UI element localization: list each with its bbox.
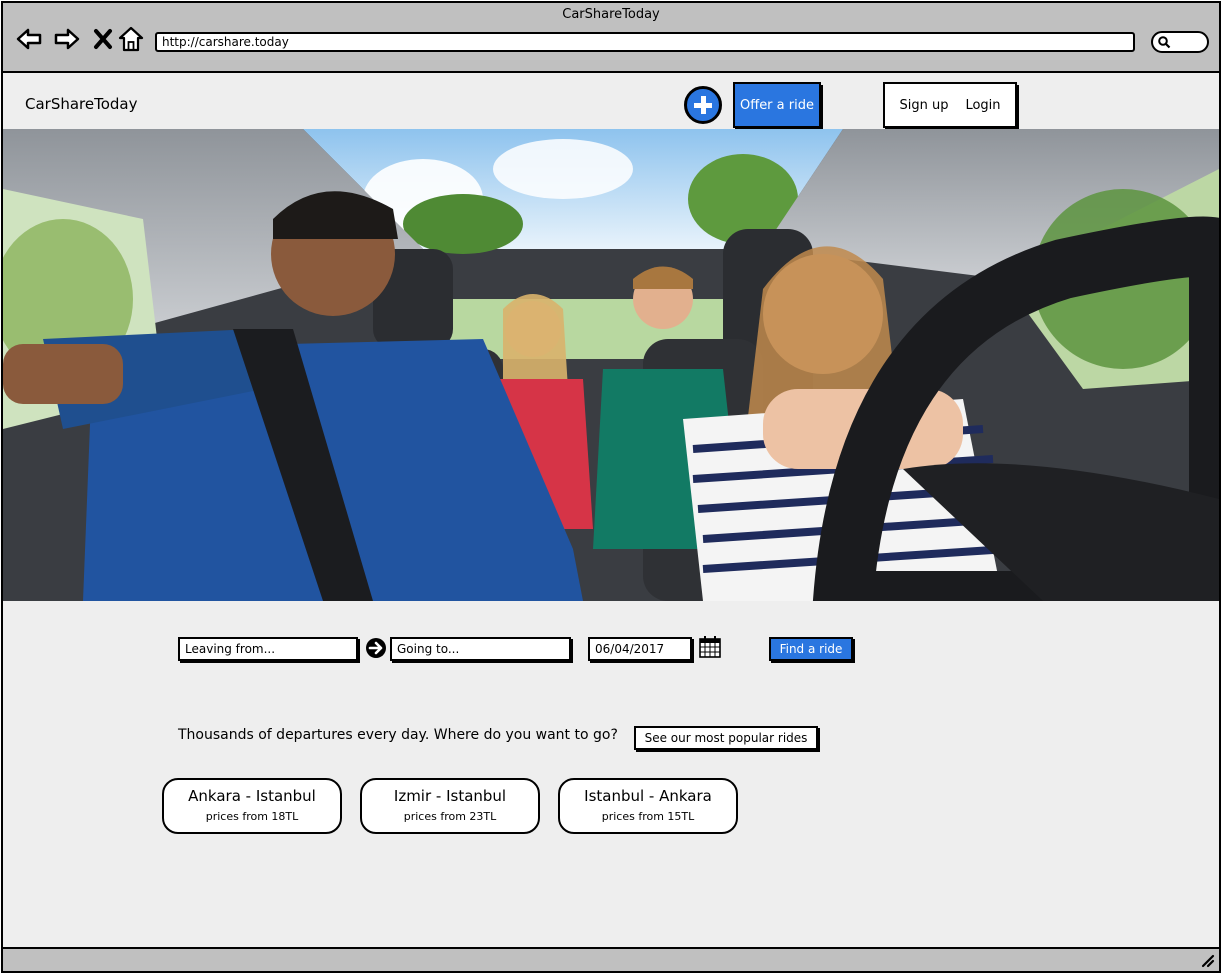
route-price: prices from 18TL xyxy=(205,810,299,823)
stop-icon[interactable] xyxy=(89,25,117,53)
search-icon xyxy=(1158,36,1171,49)
route-name: Izmir - Istanbul xyxy=(393,787,507,805)
route-card[interactable]: Ankara - Istanbul prices from 18TL xyxy=(162,778,342,834)
signup-link[interactable]: Sign up xyxy=(899,98,948,113)
site-header: CarShareToday Offer a ride Sign up Login xyxy=(3,75,1219,129)
window-title: CarShareToday xyxy=(562,7,660,22)
browser-window: CarShareToday http://carshare.today CarS… xyxy=(1,1,1221,973)
find-ride-button[interactable]: Find a ride xyxy=(769,637,853,661)
route-name: Istanbul - Ankara xyxy=(584,787,712,805)
going-to-input[interactable]: Going to... xyxy=(390,637,571,661)
login-link[interactable]: Login xyxy=(965,98,1000,113)
tagline: Thousands of departures every day. Where… xyxy=(178,727,618,743)
calendar-icon[interactable] xyxy=(698,635,722,659)
address-bar[interactable]: http://carshare.today xyxy=(155,32,1135,52)
add-icon[interactable] xyxy=(684,86,722,124)
route-price: prices from 15TL xyxy=(601,810,695,823)
date-input[interactable]: 06/04/2017 xyxy=(588,637,692,661)
back-icon[interactable] xyxy=(15,25,43,53)
forward-icon[interactable] xyxy=(53,25,81,53)
route-name: Ankara - Istanbul xyxy=(188,787,316,805)
brand-logo[interactable]: CarShareToday xyxy=(25,95,138,113)
hero-image xyxy=(3,129,1219,601)
popular-rides-button[interactable]: See our most popular rides xyxy=(634,726,818,750)
offer-ride-button[interactable]: Offer a ride xyxy=(733,82,821,128)
resize-icon[interactable] xyxy=(1201,954,1215,968)
route-price: prices from 23TL xyxy=(403,810,497,823)
home-icon[interactable] xyxy=(117,25,145,53)
route-card[interactable]: Izmir - Istanbul prices from 23TL xyxy=(360,778,540,834)
arrow-right-icon xyxy=(366,638,386,658)
leaving-from-input[interactable]: Leaving from... xyxy=(178,637,358,661)
auth-links: Sign up Login xyxy=(883,82,1017,128)
browser-chrome: CarShareToday http://carshare.today xyxy=(3,3,1219,73)
status-bar xyxy=(3,947,1219,971)
route-card[interactable]: Istanbul - Ankara prices from 15TL xyxy=(558,778,738,834)
browser-search[interactable] xyxy=(1151,31,1209,53)
